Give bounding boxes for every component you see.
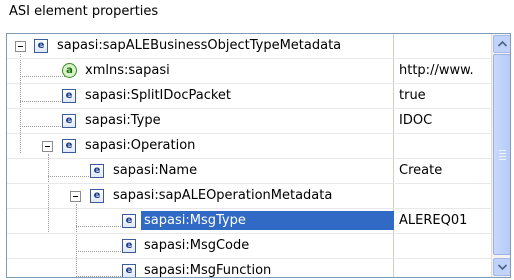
name-cell[interactable]: e sapasi:SplitIDocPacket xyxy=(7,84,394,109)
tree-row[interactable]: a xmlns:sapasi http://www. xyxy=(7,59,491,84)
value-cell[interactable] xyxy=(395,259,491,277)
node-label[interactable]: sapasi:MsgCode xyxy=(141,236,253,255)
name-cell[interactable]: e sapasi:Type xyxy=(7,109,394,134)
element-icon: e xyxy=(122,214,136,228)
value-cell[interactable] xyxy=(395,34,491,59)
tree-row[interactable]: e sapasi:sapALEOperationMetadata xyxy=(7,184,491,209)
panel-title: ASI element properties xyxy=(9,4,159,19)
name-cell[interactable]: e sapasi:sapALEBusinessObjectTypeMetadat… xyxy=(7,34,394,59)
name-cell[interactable]: a xmlns:sapasi xyxy=(7,59,394,84)
node-label[interactable]: xmlns:sapasi xyxy=(82,61,174,80)
collapse-toggle-icon[interactable] xyxy=(42,141,53,152)
node-value: true xyxy=(399,88,426,103)
node-label[interactable]: sapasi:MsgFunction xyxy=(141,261,275,277)
node-label-selected[interactable]: sapasi:MsgType xyxy=(141,211,394,230)
scroll-down-button[interactable] xyxy=(493,258,510,276)
node-label[interactable]: sapasi:Type xyxy=(82,111,165,130)
tree-row[interactable]: e sapasi:MsgCode xyxy=(7,234,491,259)
element-icon: e xyxy=(90,189,104,203)
name-cell[interactable]: e sapasi:MsgFunction xyxy=(7,259,394,277)
attribute-icon: a xyxy=(62,63,77,78)
tree-row-selected[interactable]: e sapasi:MsgType ALEREQ01 xyxy=(7,209,491,234)
tree-row[interactable]: e sapasi:Type IDOC xyxy=(7,109,491,134)
node-value: Create xyxy=(399,163,443,178)
element-icon: e xyxy=(62,114,76,128)
tree-row[interactable]: e sapasi:Operation xyxy=(7,134,491,159)
node-label[interactable]: sapasi:Name xyxy=(110,161,201,180)
chevron-down-icon xyxy=(498,264,507,270)
name-cell[interactable]: e sapasi:MsgCode xyxy=(7,234,394,259)
value-cell[interactable]: true xyxy=(395,84,491,109)
tree-row[interactable]: e sapasi:Name Create xyxy=(7,159,491,184)
scroll-thumb[interactable] xyxy=(493,54,510,255)
element-icon: e xyxy=(90,164,104,178)
value-cell[interactable]: IDOC xyxy=(395,109,491,134)
node-label[interactable]: sapasi:SplitIDocPacket xyxy=(82,86,235,105)
tree-row[interactable]: e sapasi:MsgFunction xyxy=(7,259,491,277)
element-icon: e xyxy=(122,239,136,253)
chevron-up-icon xyxy=(498,41,507,47)
tree-row[interactable]: e sapasi:sapALEBusinessObjectTypeMetadat… xyxy=(7,34,491,59)
value-cell[interactable]: http://www. xyxy=(395,59,491,84)
node-value: IDOC xyxy=(399,113,433,128)
value-cell[interactable] xyxy=(395,234,491,259)
element-icon: e xyxy=(62,89,76,103)
value-cell[interactable]: ALEREQ01 xyxy=(395,209,491,234)
name-cell[interactable]: e sapasi:Operation xyxy=(7,134,394,159)
element-icon: e xyxy=(34,39,48,53)
node-label[interactable]: sapasi:sapALEBusinessObjectTypeMetadata xyxy=(54,36,345,55)
node-label[interactable]: sapasi:Operation xyxy=(82,136,199,155)
name-cell[interactable]: e sapasi:Name xyxy=(7,159,394,184)
collapse-toggle-icon[interactable] xyxy=(70,191,81,202)
value-cell[interactable] xyxy=(395,184,491,209)
name-cell[interactable]: e sapasi:MsgType xyxy=(7,209,394,234)
element-icon: e xyxy=(62,139,76,153)
node-value: http://www. xyxy=(399,63,474,78)
scroll-up-button[interactable] xyxy=(493,35,510,53)
vertical-scrollbar[interactable] xyxy=(491,34,510,277)
value-cell[interactable]: Create xyxy=(395,159,491,184)
element-icon: e xyxy=(122,264,136,277)
name-cell[interactable]: e sapasi:sapALEOperationMetadata xyxy=(7,184,394,209)
value-cell[interactable] xyxy=(395,134,491,159)
collapse-toggle-icon[interactable] xyxy=(15,41,26,52)
node-label[interactable]: sapasi:sapALEOperationMetadata xyxy=(110,186,336,205)
node-value: ALEREQ01 xyxy=(399,213,468,228)
tree-row[interactable]: e sapasi:SplitIDocPacket true xyxy=(7,84,491,109)
properties-tree-table[interactable]: e sapasi:sapALEBusinessObjectTypeMetadat… xyxy=(6,33,511,278)
